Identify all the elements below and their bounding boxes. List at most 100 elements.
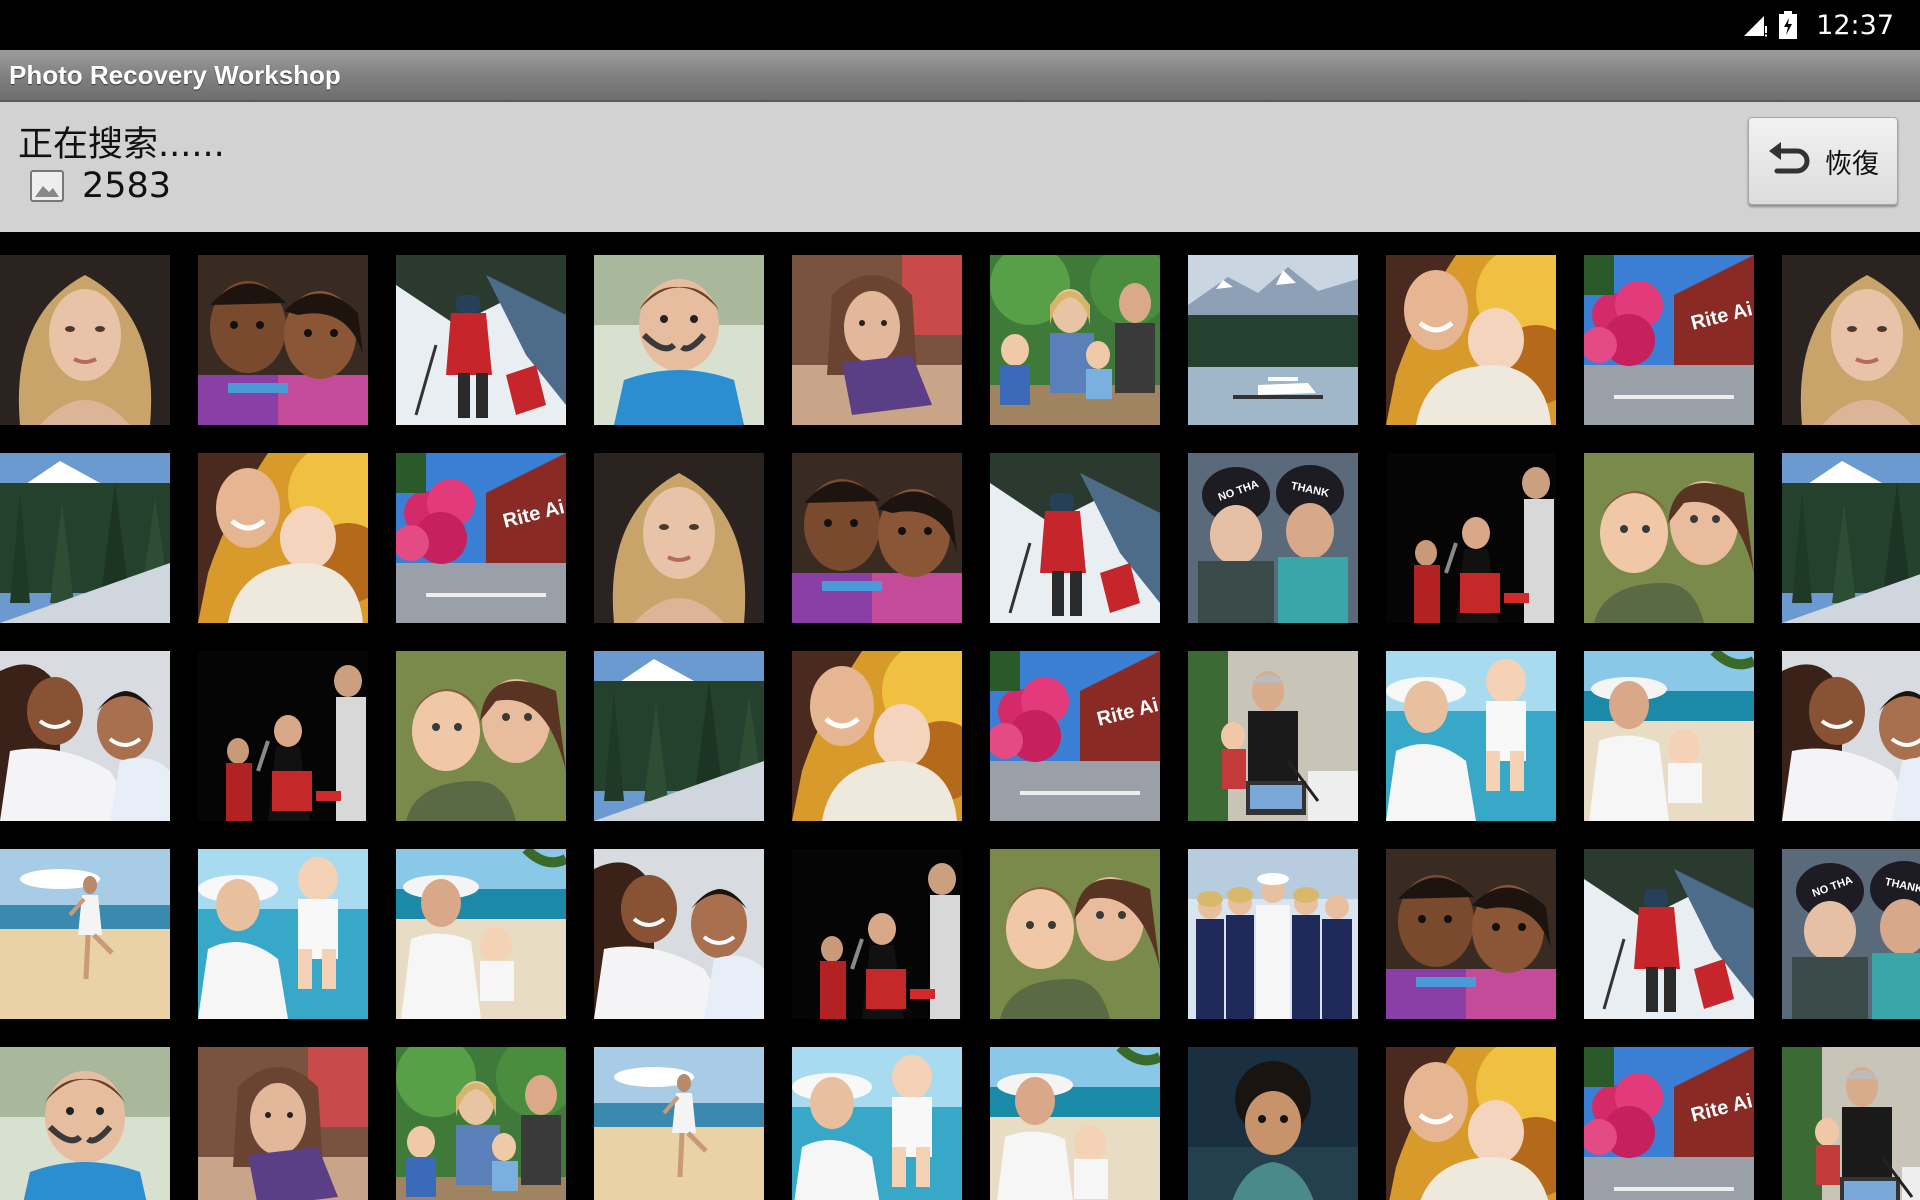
- photo-image: [198, 1047, 368, 1200]
- photo-image: [594, 255, 764, 425]
- photo-thumbnail[interactable]: [1584, 651, 1754, 821]
- status-bar: 12:37: [0, 0, 1920, 50]
- photo-thumbnail[interactable]: [396, 651, 566, 821]
- photo-image: [198, 255, 368, 425]
- photo-thumbnail[interactable]: [594, 849, 764, 1019]
- photo-image: [792, 453, 962, 623]
- photo-image: [990, 651, 1160, 821]
- photo-thumbnail[interactable]: [594, 453, 764, 623]
- photo-thumbnail[interactable]: [396, 1047, 566, 1200]
- photo-image: [1188, 1047, 1358, 1200]
- photo-thumbnail[interactable]: [1782, 1047, 1920, 1200]
- photo-thumbnail[interactable]: [0, 651, 170, 821]
- photo-image: [396, 849, 566, 1019]
- photo-image: [396, 453, 566, 623]
- photo-thumbnail[interactable]: [1584, 849, 1754, 1019]
- photo-image: [1782, 255, 1920, 425]
- photo-thumbnail[interactable]: [1386, 651, 1556, 821]
- signal-icon: [1744, 16, 1768, 37]
- photo-thumbnail[interactable]: [792, 255, 962, 425]
- photo-image: [396, 1047, 566, 1200]
- photo-thumbnail[interactable]: [594, 651, 764, 821]
- photo-thumbnail[interactable]: [1782, 255, 1920, 425]
- photo-image: [1386, 255, 1556, 425]
- photo-thumbnail[interactable]: [1386, 255, 1556, 425]
- status-icons: 12:37: [1742, 0, 1894, 50]
- photo-image: [792, 255, 962, 425]
- photo-thumbnail[interactable]: [990, 651, 1160, 821]
- photo-image: [1782, 651, 1920, 821]
- photo-thumbnail[interactable]: [1188, 1047, 1358, 1200]
- photo-thumbnail[interactable]: [990, 849, 1160, 1019]
- photo-thumbnail[interactable]: [198, 849, 368, 1019]
- photo-image: [1782, 849, 1920, 1019]
- photo-thumbnail[interactable]: [990, 453, 1160, 623]
- photo-image: [1188, 849, 1358, 1019]
- photo-image: [1584, 255, 1754, 425]
- photo-thumbnail[interactable]: [792, 453, 962, 623]
- photo-thumbnail[interactable]: [1188, 453, 1358, 623]
- photo-thumbnail[interactable]: [792, 849, 962, 1019]
- photo-image: [1584, 849, 1754, 1019]
- photo-image: [0, 453, 170, 623]
- photo-image: [198, 849, 368, 1019]
- photo-image: [1188, 651, 1358, 821]
- photo-thumbnail[interactable]: [594, 1047, 764, 1200]
- photo-image: [0, 651, 170, 821]
- photo-thumbnail[interactable]: [1386, 1047, 1556, 1200]
- clock: 12:37: [1816, 9, 1894, 41]
- photo-image: [1386, 849, 1556, 1019]
- photo-thumbnail[interactable]: [1782, 849, 1920, 1019]
- battery-icon: [1779, 11, 1798, 39]
- scan-status-panel: 正在搜索...... 2583 恢復: [0, 102, 1920, 232]
- photo-image: [990, 1047, 1160, 1200]
- photo-thumbnail[interactable]: [198, 255, 368, 425]
- photo-thumbnail[interactable]: [1386, 453, 1556, 623]
- photo-thumbnail[interactable]: [396, 255, 566, 425]
- photo-thumbnail[interactable]: [1188, 651, 1358, 821]
- photo-thumbnail[interactable]: [0, 1047, 170, 1200]
- photo-thumbnail[interactable]: [990, 255, 1160, 425]
- photo-image: [792, 651, 962, 821]
- photo-image: [990, 255, 1160, 425]
- photo-image: [0, 255, 170, 425]
- photo-thumbnail[interactable]: [0, 849, 170, 1019]
- photo-thumbnail[interactable]: [792, 1047, 962, 1200]
- photo-thumbnail[interactable]: [1782, 651, 1920, 821]
- title-bar: Photo Recovery Workshop: [0, 50, 1920, 102]
- image-icon: [30, 170, 64, 202]
- photo-thumbnail[interactable]: [594, 255, 764, 425]
- photo-thumbnail[interactable]: [1188, 255, 1358, 425]
- photo-image: [1386, 453, 1556, 623]
- undo-icon: [1769, 142, 1810, 174]
- photo-image: [990, 453, 1160, 623]
- photo-image: [1782, 1047, 1920, 1200]
- photo-image: [594, 849, 764, 1019]
- photo-thumbnail[interactable]: [1584, 255, 1754, 425]
- photo-thumbnail[interactable]: [990, 1047, 1160, 1200]
- photo-thumbnail[interactable]: [792, 651, 962, 821]
- photo-image: [0, 849, 170, 1019]
- photo-image: [990, 849, 1160, 1019]
- photo-thumbnail[interactable]: [0, 453, 170, 623]
- photo-image: [198, 651, 368, 821]
- photo-thumbnail[interactable]: [1188, 849, 1358, 1019]
- photo-thumbnail[interactable]: [396, 453, 566, 623]
- photo-thumbnail[interactable]: [1782, 453, 1920, 623]
- photo-thumbnail[interactable]: [198, 1047, 368, 1200]
- photo-image: [594, 1047, 764, 1200]
- photo-image: [1188, 255, 1358, 425]
- photo-thumbnail[interactable]: [396, 849, 566, 1019]
- photo-thumbnail[interactable]: [1584, 453, 1754, 623]
- photo-thumbnail[interactable]: [198, 651, 368, 821]
- photo-count-row: 2583: [30, 166, 171, 206]
- photo-thumbnail[interactable]: [198, 453, 368, 623]
- photo-grid: [0, 255, 1920, 1200]
- restore-button[interactable]: 恢復: [1748, 117, 1898, 205]
- photo-thumbnail[interactable]: [1584, 1047, 1754, 1200]
- photo-thumbnail[interactable]: [0, 255, 170, 425]
- photo-image: [198, 453, 368, 623]
- photo-image: [792, 849, 962, 1019]
- photo-image: [1584, 651, 1754, 821]
- photo-thumbnail[interactable]: [1386, 849, 1556, 1019]
